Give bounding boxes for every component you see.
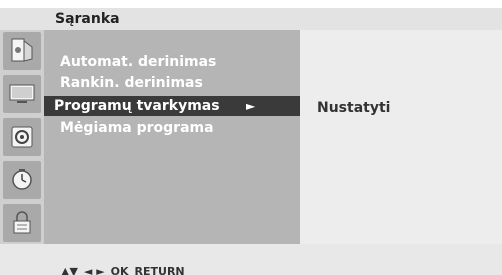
picture-icon[interactable] [3, 32, 41, 70]
up-down-arrows-icon: ▲▼ [61, 265, 78, 275]
submenu-panel: Nustatyti [300, 30, 502, 244]
menu-item-label: Rankin. derinimas [60, 75, 203, 91]
left-right-arrows-icon: ◄ ► [83, 265, 105, 275]
clock-icon[interactable] [3, 161, 41, 199]
menu-item-label: Programų tvarkymas [54, 98, 220, 114]
menu-item-favourite-program[interactable]: Mėgiama programa [44, 118, 300, 138]
menu-item-manual-tuning[interactable]: Rankin. derinimas [44, 73, 300, 93]
submenu-item-set[interactable]: Nustatyti [317, 99, 390, 117]
return-hint: RETURN [134, 265, 185, 275]
menu-item-program-edit[interactable]: Programų tvarkymas ► [44, 96, 300, 116]
tv-display-icon[interactable] [3, 75, 41, 113]
menu-category-sidebar [0, 30, 44, 244]
menu-item-label: Automat. derinimas [60, 54, 217, 70]
setup-menu-screen: Sąranka Automat. derinimas Rankin. derin… [0, 0, 502, 275]
ok-hint: OK [110, 265, 129, 275]
menu-item-auto-tuning[interactable]: Automat. derinimas [44, 52, 300, 72]
navigation-hint-bar: ▲▼ ◄ ► OK RETURN [0, 244, 502, 275]
speaker-icon[interactable] [3, 118, 41, 156]
lock-icon[interactable] [3, 204, 41, 242]
title-bar: Sąranka [0, 8, 502, 30]
menu-item-label: Mėgiama programa [60, 120, 214, 136]
arrow-right-icon: ► [246, 99, 256, 113]
setup-menu-list: Automat. derinimas Rankin. derinimas Pro… [44, 30, 300, 244]
menu-title: Sąranka [55, 11, 120, 27]
